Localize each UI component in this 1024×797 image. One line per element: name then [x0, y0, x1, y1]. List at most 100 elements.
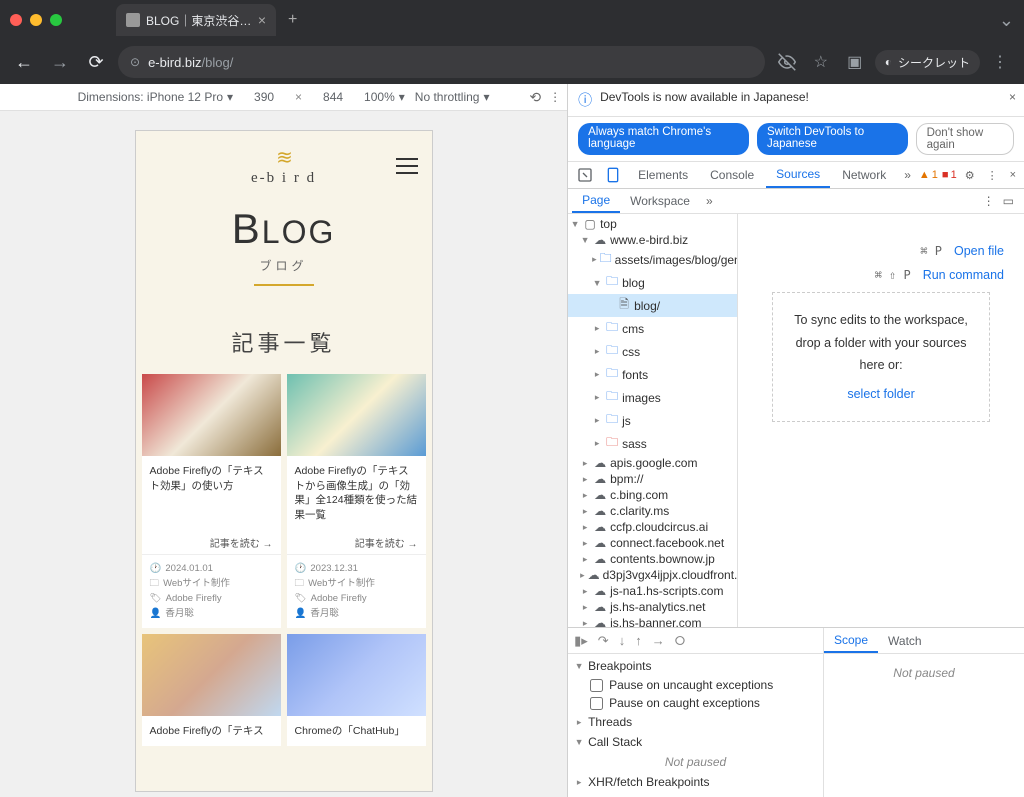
device-toolbar-menu-icon[interactable]: ⋮: [549, 90, 561, 104]
tab-scope[interactable]: Scope: [824, 628, 878, 653]
subtabs-overflow-icon[interactable]: »: [700, 194, 719, 208]
tree-top[interactable]: ▼▢top: [568, 216, 737, 232]
tree-folder[interactable]: ▸🗀images: [568, 386, 737, 409]
tabs-overflow-icon[interactable]: »: [898, 168, 917, 182]
tree-domain[interactable]: ▸☁apis.google.com: [568, 455, 737, 471]
site-info-icon[interactable]: ⊙: [130, 55, 140, 69]
article-card[interactable]: Adobe Fireflyの「テキス: [142, 634, 281, 747]
eye-off-icon[interactable]: [773, 48, 801, 76]
incognito-badge[interactable]: ◐ シークレット: [875, 50, 980, 75]
tree-domain[interactable]: ▸☁d3pj3vgx4ijpjx.cloudfront.net: [568, 567, 737, 583]
panel-icon[interactable]: ▣: [841, 48, 869, 76]
step-into-icon[interactable]: ↓: [619, 633, 626, 648]
pause-uncaught-checkbox[interactable]: [590, 679, 603, 692]
callstack-header[interactable]: ▼Call Stack: [572, 732, 819, 752]
inspect-icon[interactable]: [572, 167, 598, 183]
subtab-menu-icon[interactable]: ⋮: [983, 194, 995, 208]
forward-button[interactable]: →: [46, 48, 74, 76]
emulated-page[interactable]: ≋ e-b i r d BLOG ブログ 記事一覧 Adobe Fireflyの…: [136, 131, 432, 791]
tree-domain[interactable]: ▸☁connect.facebook.net: [568, 535, 737, 551]
tree-domain[interactable]: ▸☁c.bing.com: [568, 487, 737, 503]
height-input[interactable]: 844: [312, 90, 354, 104]
dom-breakpoints-header[interactable]: ▸DOM Breakpoints: [572, 792, 819, 797]
tree-folder[interactable]: ▸🗀fonts: [568, 363, 737, 386]
maximize-window-button[interactable]: [50, 14, 62, 26]
browser-tab[interactable]: BLOG｜東京渋谷のWeb制作会 ×: [116, 4, 276, 36]
readmore-link[interactable]: 記事を読む →: [142, 531, 281, 554]
tab-network[interactable]: Network: [832, 162, 896, 188]
rotate-icon[interactable]: ⟲: [529, 89, 541, 106]
tree-folder[interactable]: ▸🗀sass: [568, 432, 737, 455]
devtools-menu-icon[interactable]: ⋮: [983, 169, 1002, 182]
tree-file-selected[interactable]: 🗎blog/: [568, 294, 737, 317]
deactivate-breakpoints-icon[interactable]: ⭘: [675, 633, 685, 649]
tree-folder[interactable]: ▸🗀css: [568, 340, 737, 363]
device-selector[interactable]: Dimensions: iPhone 12 Pro▾: [78, 90, 233, 104]
always-match-language-button[interactable]: Always match Chrome's language: [578, 123, 749, 155]
step-over-icon[interactable]: ↷: [598, 633, 609, 649]
runcmd-link[interactable]: Run command: [923, 268, 1004, 282]
tree-domain[interactable]: ▸☁ccfp.cloudcircus.ai: [568, 519, 737, 535]
openfile-link[interactable]: Open file: [954, 244, 1004, 258]
address-bar[interactable]: ⊙ e-bird.biz/blog/: [118, 46, 765, 78]
tree-domain[interactable]: ▸☁c.clarity.ms: [568, 503, 737, 519]
tree-domain[interactable]: ▸☁bpm://: [568, 471, 737, 487]
pause-caught-row[interactable]: Pause on caught exceptions: [572, 694, 819, 712]
subtab-workspace[interactable]: Workspace: [620, 189, 700, 213]
step-out-icon[interactable]: ↑: [635, 633, 642, 648]
tree-site[interactable]: ▼☁www.e-bird.biz: [568, 232, 737, 248]
gear-icon[interactable]: ⚙: [961, 169, 979, 182]
file-tree[interactable]: ▼▢top ▼☁www.e-bird.biz ▸🗀assets/images/b…: [568, 214, 738, 627]
article-card[interactable]: Adobe Fireflyの「テキスト効果」の使い方 記事を読む → 🕐2024…: [142, 374, 281, 628]
tree-folder[interactable]: ▸🗀js: [568, 409, 737, 432]
article-card[interactable]: Chromeの「ChatHub」: [287, 634, 426, 747]
tree-folder[interactable]: ▸🗀cms: [568, 317, 737, 340]
hamburger-menu-icon[interactable]: [396, 158, 418, 174]
breakpoints-header[interactable]: ▼Breakpoints: [572, 656, 819, 676]
subtab-page[interactable]: Page: [572, 189, 620, 213]
device-toggle-icon[interactable]: [600, 167, 626, 183]
switch-language-button[interactable]: Switch DevTools to Japanese: [757, 123, 908, 155]
tree-domain[interactable]: ▸☁js.hs-banner.com: [568, 615, 737, 627]
site-logo[interactable]: ≋ e-b i r d: [172, 145, 396, 187]
pause-uncaught-row[interactable]: Pause on uncaught exceptions: [572, 676, 819, 694]
tab-watch[interactable]: Watch: [878, 628, 932, 653]
close-devtools-icon[interactable]: ×: [1006, 169, 1020, 181]
select-folder-link[interactable]: select folder: [783, 383, 979, 406]
zoom-selector[interactable]: 100%▾: [364, 90, 405, 104]
reload-button[interactable]: ⟳: [82, 48, 110, 76]
minimize-window-button[interactable]: [30, 14, 42, 26]
browser-menu-icon[interactable]: ⋮: [986, 48, 1014, 76]
threads-header[interactable]: ▸Threads: [572, 712, 819, 732]
tree-label: www.e-bird.biz: [610, 233, 688, 247]
tree-domain[interactable]: ▸☁js.hs-analytics.net: [568, 599, 737, 615]
new-tab-button[interactable]: +: [288, 11, 297, 29]
pause-caught-checkbox[interactable]: [590, 697, 603, 710]
close-banner-icon[interactable]: ×: [1009, 90, 1016, 104]
article-card[interactable]: Adobe Fireflyの「テキストから画像生成」の「効果」全124種類を使っ…: [287, 374, 426, 628]
step-icon[interactable]: →: [652, 633, 665, 648]
tab-sources[interactable]: Sources: [766, 162, 830, 188]
tree-domain[interactable]: ▸☁js-na1.hs-scripts.com: [568, 583, 737, 599]
tree-domain[interactable]: ▸☁contents.bownow.jp: [568, 551, 737, 567]
collapse-icon[interactable]: ▭: [1003, 194, 1014, 208]
warning-badge[interactable]: ▲1: [919, 169, 938, 181]
tree-folder[interactable]: ▸🗀assets/images/blog/genericon: [568, 248, 737, 271]
error-badge[interactable]: ■1: [942, 169, 957, 181]
tab-elements[interactable]: Elements: [628, 162, 698, 188]
close-window-button[interactable]: [10, 14, 22, 26]
tab-console[interactable]: Console: [700, 162, 764, 188]
back-button[interactable]: ←: [10, 48, 38, 76]
tree-folder[interactable]: ▼🗀blog: [568, 271, 737, 294]
width-input[interactable]: 390: [243, 90, 285, 104]
bookmark-star-icon[interactable]: ☆: [807, 48, 835, 76]
readmore-link[interactable]: 記事を読む →: [287, 531, 426, 554]
sync-dropzone[interactable]: To sync edits to the workspace, drop a f…: [772, 292, 990, 422]
xhr-breakpoints-header[interactable]: ▸XHR/fetch Breakpoints: [572, 772, 819, 792]
throttling-selector[interactable]: No throttling▾: [415, 90, 490, 104]
resume-icon[interactable]: ▮▸: [574, 633, 588, 649]
chevron-down-icon[interactable]: ⌄: [999, 10, 1024, 31]
close-tab-icon[interactable]: ×: [258, 12, 266, 28]
dont-show-again-button[interactable]: Don't show again: [916, 123, 1014, 155]
tree-label: cms: [622, 322, 644, 336]
